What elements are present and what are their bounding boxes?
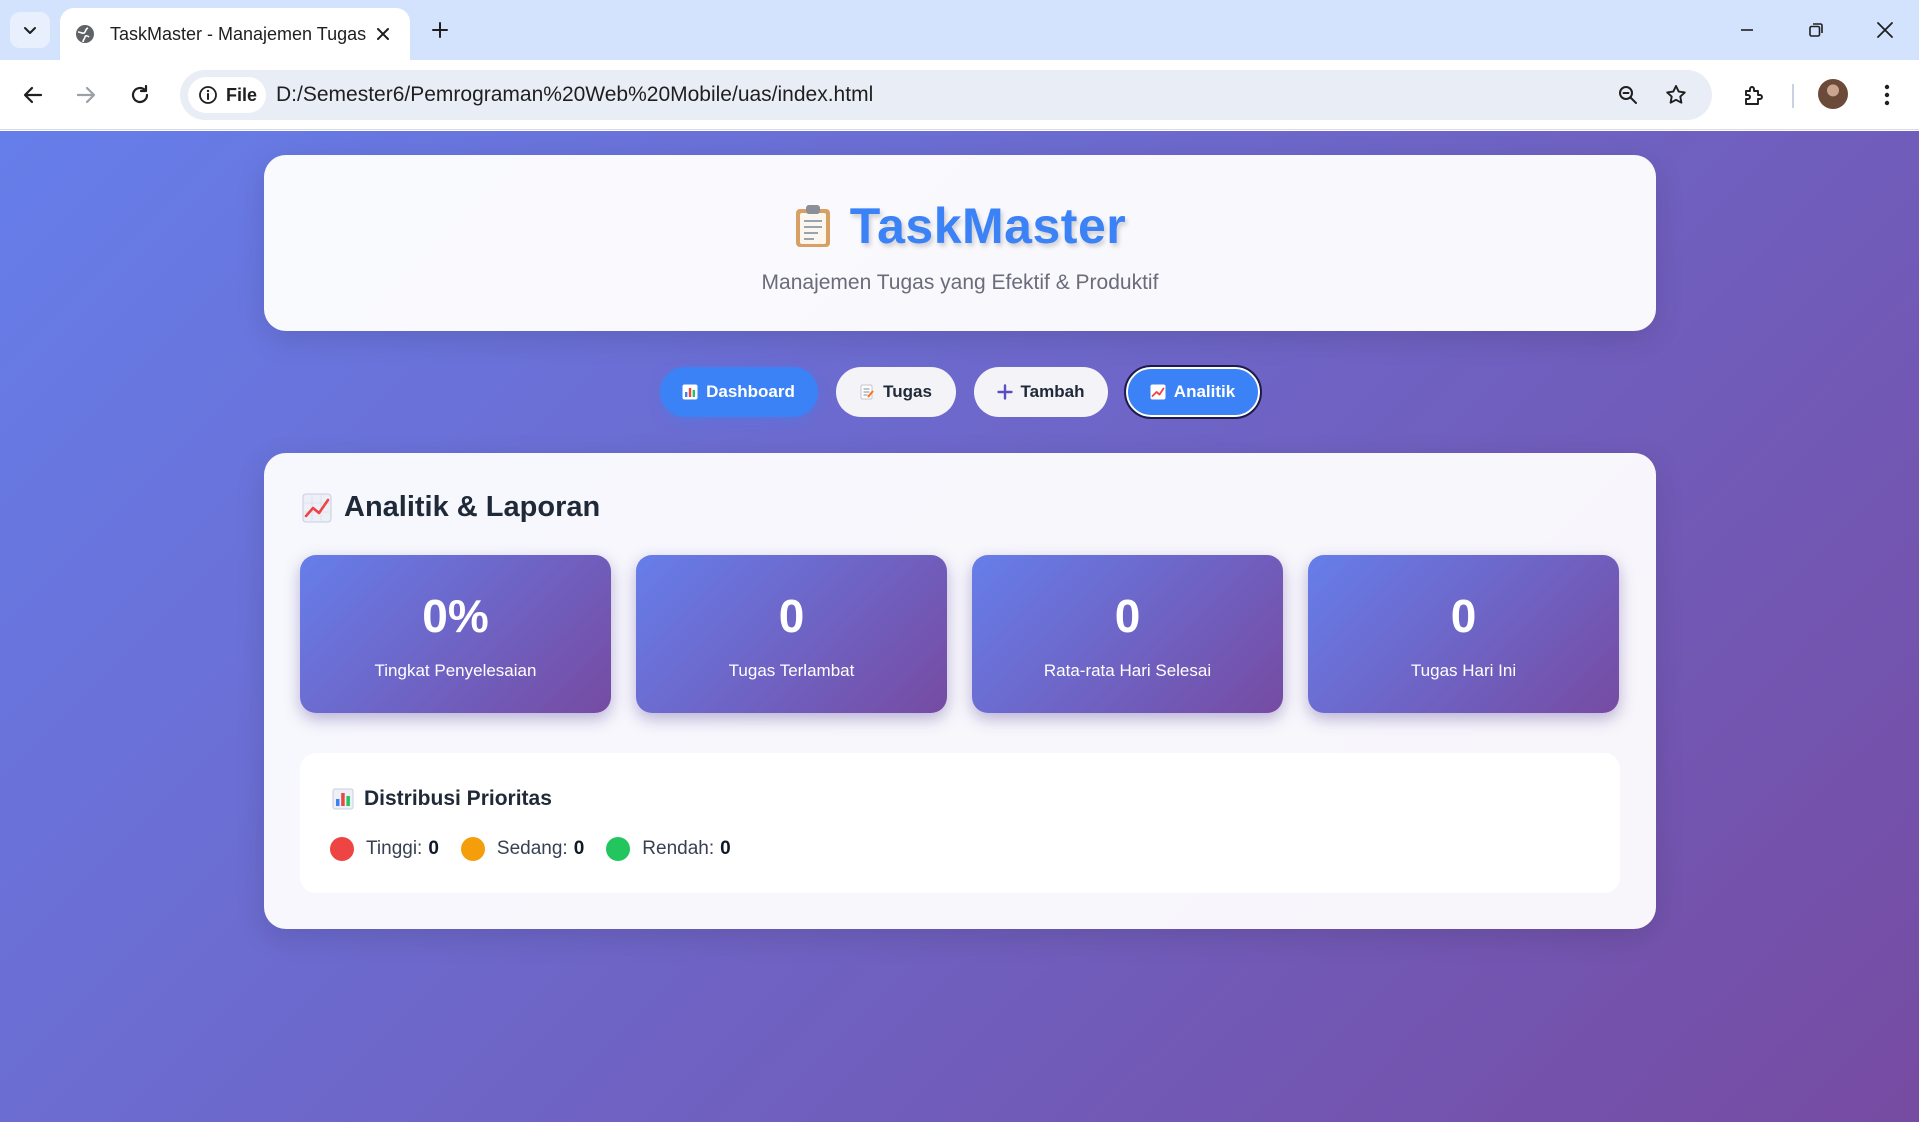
priority-legend: Tinggi: 0 Sedang: 0 Rendah: 0: [330, 837, 753, 861]
stat-card-completion-rate: 0% Tingkat Penyelesaian: [300, 555, 611, 713]
back-button[interactable]: [14, 76, 52, 114]
close-icon: [1877, 22, 1893, 38]
minimize-icon: [1741, 29, 1753, 31]
legend-value: 0: [720, 838, 731, 859]
plus-icon: [432, 22, 448, 38]
stat-label: Tugas Terlambat: [728, 661, 855, 680]
address-bar[interactable]: File D:/Semester6/Pemrograman%20Web%20Mo…: [180, 70, 1712, 120]
page-viewport: TaskMaster Manajemen Tugas yang Efektif …: [0, 131, 1919, 1122]
new-tab-button[interactable]: [424, 14, 456, 46]
reload-button[interactable]: [121, 76, 159, 114]
legend-label: Sedang:: [496, 838, 568, 859]
app-subtitle: Manajemen Tugas yang Efektif & Produktif: [761, 271, 1159, 294]
bar-chart-icon: [332, 788, 354, 810]
nav-dashboard-button[interactable]: Dashboard: [659, 367, 818, 417]
browser-tab-strip: TaskMaster - Manajemen Tugas: [0, 0, 1919, 60]
globe-icon: [76, 25, 94, 43]
arrow-right-icon: [76, 86, 96, 104]
priority-distribution-card: Distribusi Prioritas Tinggi: 0 Sedang: 0…: [300, 753, 1620, 893]
analytics-title: Analitik & Laporan: [344, 491, 601, 523]
app-title: TaskMaster: [849, 198, 1127, 254]
stat-card-average-days: 0 Rata-rata Hari Selesai: [972, 555, 1283, 713]
info-icon: [199, 86, 217, 104]
priority-distribution-header: Distribusi Prioritas: [332, 787, 552, 811]
stat-value: 0: [1450, 590, 1477, 642]
nav-tambah-button[interactable]: Tambah: [973, 367, 1108, 417]
clipboard-icon: [795, 205, 830, 247]
nav-tugas-button[interactable]: Tugas: [835, 367, 956, 417]
stat-value: 0%: [422, 590, 489, 642]
stat-card-overdue-tasks: 0 Tugas Terlambat: [636, 555, 947, 713]
nav-analitik-button[interactable]: Analitik: [1123, 365, 1262, 419]
stat-card-today-tasks: 0 Tugas Hari Ini: [1308, 555, 1619, 713]
plus-icon: [996, 384, 1013, 400]
priority-high-dot: [330, 837, 354, 861]
memo-icon: [860, 384, 874, 400]
browser-toolbar: File D:/Semester6/Pemrograman%20Web%20Mo…: [0, 60, 1919, 130]
brand: TaskMaster: [264, 197, 1656, 255]
priority-medium-dot: [460, 837, 485, 861]
site-chip-label: File: [226, 84, 258, 105]
nav-tambah-label: Tambah: [1020, 382, 1085, 401]
stat-value: 0: [1114, 590, 1141, 642]
legend-label: Rendah:: [642, 838, 715, 859]
nav-dashboard-label: Dashboard: [706, 382, 795, 401]
legend-item-low: Rendah: 0: [606, 837, 731, 861]
browser-tab[interactable]: TaskMaster - Manajemen Tugas: [60, 8, 410, 60]
tab-search-button[interactable]: [10, 12, 50, 48]
arrow-left-icon: [23, 86, 43, 104]
forward-button[interactable]: [67, 76, 105, 114]
legend-label: Tinggi:: [366, 838, 423, 859]
app-header: TaskMaster Manajemen Tugas yang Efektif …: [264, 155, 1656, 331]
profile-avatar[interactable]: [1818, 79, 1848, 109]
legend-item-medium: Sedang: 0: [460, 837, 585, 861]
priority-distribution-title: Distribusi Prioritas: [364, 787, 552, 810]
stat-value: 0: [778, 590, 805, 642]
legend-item-high: Tinggi: 0: [330, 837, 439, 861]
analytics-header: Analitik & Laporan: [302, 491, 600, 524]
more-options-icon[interactable]: [1868, 76, 1906, 114]
site-info-chip[interactable]: File: [188, 77, 266, 113]
legend-value: 0: [573, 838, 585, 859]
chart-increasing-icon: [1150, 384, 1166, 400]
tab-title: TaskMaster - Manajemen Tugas: [110, 23, 367, 44]
stat-label: Tingkat Penyelesaian: [374, 661, 537, 680]
url-text[interactable]: D:/Semester6/Pemrograman%20Web%20Mobile/…: [276, 83, 873, 107]
chart-increasing-icon: [302, 493, 332, 522]
toolbar-separator: [1792, 84, 1794, 108]
bar-chart-icon: [682, 384, 698, 400]
chevron-down-icon: [24, 27, 36, 34]
minimize-button[interactable]: [1727, 10, 1767, 50]
analytics-panel: Analitik & Laporan 0% Tingkat Penyelesai…: [264, 453, 1656, 929]
close-tab-icon[interactable]: [372, 23, 394, 45]
legend-value: 0: [428, 838, 439, 859]
stat-label: Tugas Hari Ini: [1410, 661, 1517, 680]
stat-label: Rata-rata Hari Selesai: [1043, 661, 1212, 680]
reload-icon: [131, 84, 149, 104]
restore-icon: [1809, 23, 1823, 37]
restore-button[interactable]: [1796, 10, 1836, 50]
priority-low-dot: [606, 837, 631, 861]
bookmark-star-icon[interactable]: [1660, 79, 1692, 111]
nav-tugas-label: Tugas: [883, 382, 932, 401]
stats-grid: 0% Tingkat Penyelesaian 0 Tugas Terlamba…: [300, 555, 1619, 713]
zoom-icon[interactable]: [1612, 79, 1644, 111]
main-nav: Dashboard Tugas Tambah Analitik: [0, 365, 1919, 419]
nav-analitik-label: Analitik: [1173, 382, 1236, 401]
close-window-button[interactable]: [1865, 10, 1905, 50]
extensions-icon[interactable]: [1735, 76, 1773, 114]
